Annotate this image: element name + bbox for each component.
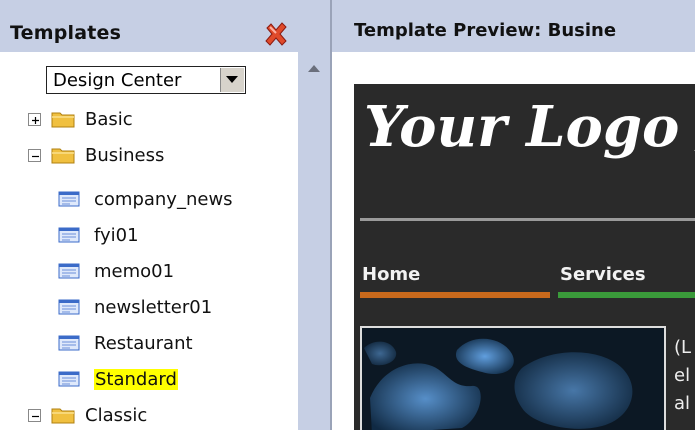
tree-label-selected: Standard: [94, 368, 178, 390]
nav-services: Services: [560, 264, 646, 285]
tree-label: company_news: [94, 188, 233, 210]
tree-scrollbar[interactable]: [298, 52, 330, 430]
template-preview-page: Your Logo / Home Services (L el al: [354, 84, 695, 430]
template-preview: Your Logo / Home Services (L el al: [332, 52, 695, 430]
nav-services-underline: [558, 292, 695, 298]
source-dropdown-value: Design Center: [53, 70, 182, 91]
preview-title: Template Preview: Busine: [354, 20, 617, 41]
folder-icon: [51, 112, 75, 128]
template-doc-icon: [58, 263, 80, 279]
template-doc-icon: [58, 335, 80, 351]
tree-item-standard[interactable]: Standard: [58, 364, 178, 394]
nav-home: Home: [362, 264, 421, 285]
nav-home-underline: [360, 292, 550, 298]
tree-item-newsletter01[interactable]: newsletter01: [58, 292, 212, 322]
tree-item-fyi01[interactable]: fyi01: [58, 220, 139, 250]
tree-label: Business: [85, 144, 165, 166]
tree-label: Basic: [85, 108, 133, 130]
preview-header: Template Preview: Busine: [332, 0, 695, 52]
templates-title: Templates: [10, 22, 122, 44]
body-text-line: (L: [674, 337, 692, 358]
tree-item-company-news[interactable]: company_news: [58, 184, 233, 214]
tree-item-memo01[interactable]: memo01: [58, 256, 174, 286]
tree-item-restaurant[interactable]: Restaurant: [58, 328, 193, 358]
body-text-line: al: [674, 393, 691, 414]
templates-header: Templates: [0, 0, 330, 52]
folder-icon: [51, 408, 75, 424]
minus-box-icon[interactable]: [28, 408, 41, 422]
tree-label: newsletter01: [94, 296, 213, 318]
template-doc-icon: [58, 191, 80, 207]
plus-box-icon[interactable]: [28, 112, 41, 126]
template-doc-icon: [58, 299, 80, 315]
chevron-down-icon[interactable]: [220, 68, 244, 92]
templates-panel: Templates Design Center Basic Business c…: [0, 0, 330, 430]
logo-placeholder: Your Logo /: [364, 94, 695, 160]
source-dropdown[interactable]: Design Center: [46, 66, 246, 94]
body-text: (L el al: [674, 334, 691, 418]
folder-icon: [51, 148, 75, 164]
world-map-image: [360, 326, 666, 430]
tree-label: Restaurant: [94, 332, 193, 354]
tree-folder-business[interactable]: Business: [28, 140, 164, 170]
body-text-line: el: [674, 365, 691, 386]
tree-folder-classic[interactable]: Classic: [28, 400, 147, 430]
tree-label: Classic: [85, 404, 148, 426]
tree-label: memo01: [94, 260, 175, 282]
template-doc-icon: [58, 227, 80, 243]
scroll-up-arrow-icon[interactable]: [300, 58, 328, 80]
divider-line: [360, 218, 695, 221]
minus-box-icon[interactable]: [28, 148, 41, 162]
template-doc-icon: [58, 371, 80, 387]
close-icon[interactable]: [262, 20, 290, 48]
tree-label: fyi01: [94, 224, 139, 246]
tree-folder-basic[interactable]: Basic: [28, 104, 133, 134]
